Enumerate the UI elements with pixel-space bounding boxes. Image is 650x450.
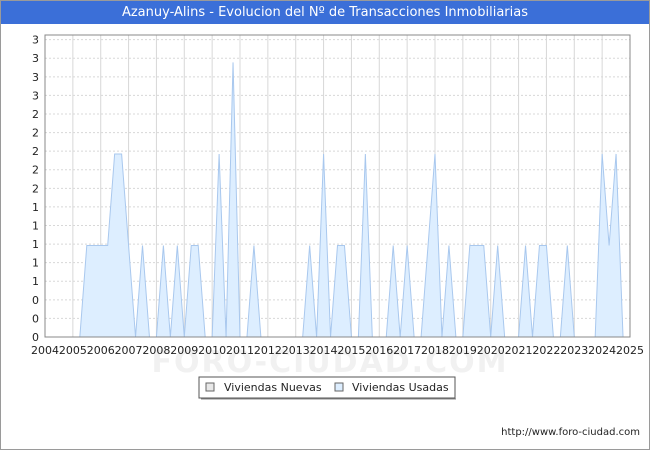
x-tick-label: 2024: [588, 344, 616, 357]
x-tick-label: 2023: [560, 344, 588, 357]
x-tick-label: 2013: [282, 344, 310, 357]
x-tick-label: 2022: [532, 344, 560, 357]
y-tick-label: 1: [32, 238, 39, 251]
y-tick-label: 1: [32, 275, 39, 288]
y-tick-label: 1: [32, 201, 39, 214]
y-tick-label: 2: [32, 182, 39, 195]
y-tick-label: 3: [32, 89, 39, 102]
x-tick-label: 2021: [505, 344, 533, 357]
y-tick-label: 0: [32, 331, 39, 344]
x-tick-label: 2025: [616, 344, 644, 357]
x-tick-label: 2010: [198, 344, 226, 357]
y-tick-label: 1: [32, 219, 39, 232]
x-tick-label: 2016: [365, 344, 393, 357]
x-tick-label: 2011: [226, 344, 254, 357]
y-tick-label: 2: [32, 164, 39, 177]
y-tick-label: 3: [32, 52, 39, 65]
legend: Viviendas Nuevas Viviendas Usadas: [198, 376, 456, 400]
x-tick-label: 2004: [31, 344, 59, 357]
y-tick-label: 2: [32, 127, 39, 140]
chart-canvas: FORO-CIUDAD.COM 00011111222223333 2004 20…: [31, 34, 644, 400]
x-tick-label: 2009: [170, 344, 198, 357]
x-tick-label: 2019: [449, 344, 477, 357]
y-tick-label: 3: [32, 71, 39, 84]
x-tick-label: 2007: [115, 344, 143, 357]
legend-swatch-viviendas-nuevas: [205, 382, 215, 392]
x-tick-label: 2015: [337, 344, 365, 357]
y-tick-label: 3: [32, 34, 39, 47]
legend-label-viviendas-nuevas: Viviendas Nuevas: [224, 381, 322, 394]
x-tick-label: 2020: [477, 344, 505, 357]
y-tick-labels: 0 0 0 1 1 1 1 1 2 2 2 2 2 3 3 3 3: [32, 34, 39, 344]
x-tick-label: 2017: [393, 344, 421, 357]
x-tick-label: 2014: [310, 344, 338, 357]
x-tick-label: 2006: [87, 344, 115, 357]
y-tick-label: 0: [32, 294, 39, 307]
x-tick-label: 2008: [142, 344, 170, 357]
legend-label-viviendas-usadas: Viviendas Usadas: [352, 381, 449, 394]
y-tick-label: 2: [32, 108, 39, 121]
x-tick-label: 2018: [421, 344, 449, 357]
y-tick-label: 2: [32, 145, 39, 158]
legend-swatch-viviendas-usadas: [334, 382, 344, 392]
x-tick-label: 2005: [59, 344, 87, 357]
y-tick-label: 1: [32, 257, 39, 270]
source-credit: http://www.foro-ciudad.com: [501, 427, 640, 438]
y-tick-label: 0: [32, 312, 39, 325]
x-tick-label: 2012: [254, 344, 282, 357]
x-tick-labels: 2004 2005 2006 2007 2008 2009 2010 2011 2012 2013…: [31, 344, 644, 357]
